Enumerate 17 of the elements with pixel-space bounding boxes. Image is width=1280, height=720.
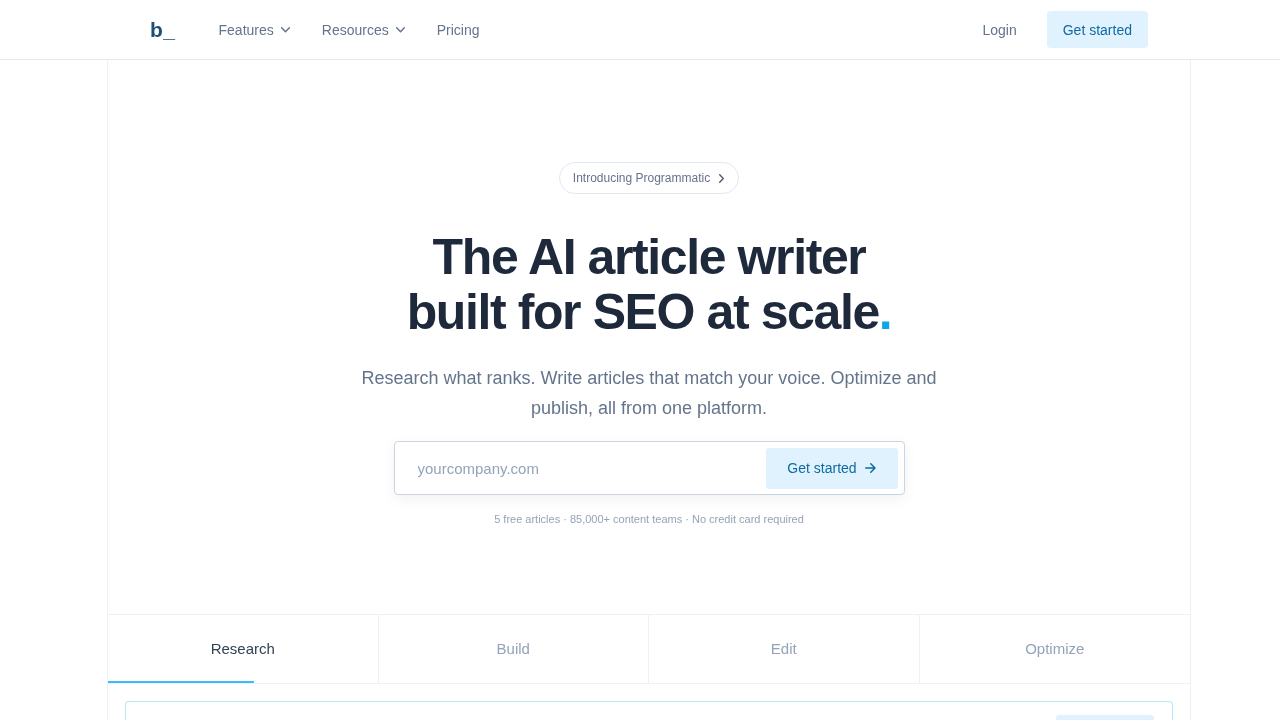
chevron-down-icon: [280, 26, 290, 33]
chevron-right-icon: [719, 173, 725, 183]
login-link[interactable]: Login: [980, 16, 1019, 43]
arrow-right-icon: [864, 463, 876, 473]
hero-subtitle: Research what ranks. Write articles that match your voice. Optimize and publish, all from one platform.: [360, 367, 938, 420]
hero-heading: The AI article writer built for SEO at scale.: [406, 230, 892, 340]
card-button[interactable]: [1056, 715, 1154, 720]
logo[interactable]: b_: [150, 17, 176, 42]
feature-tab[interactable]: Research: [108, 615, 379, 683]
nav-dropdown[interactable]: Features: [215, 16, 293, 43]
chevron-down-icon: [395, 26, 405, 33]
nav-dropdown[interactable]: Resources: [318, 16, 408, 43]
domain-field[interactable]: yourcompany.com Get started: [393, 441, 905, 495]
get-started-button[interactable]: Get started: [1046, 11, 1148, 48]
nav-link[interactable]: Pricing: [433, 16, 483, 43]
signup-note: 5 free articles · 85,000+ content teams · No credit card required: [494, 512, 804, 526]
get-started-button[interactable]: Get started: [765, 447, 898, 489]
